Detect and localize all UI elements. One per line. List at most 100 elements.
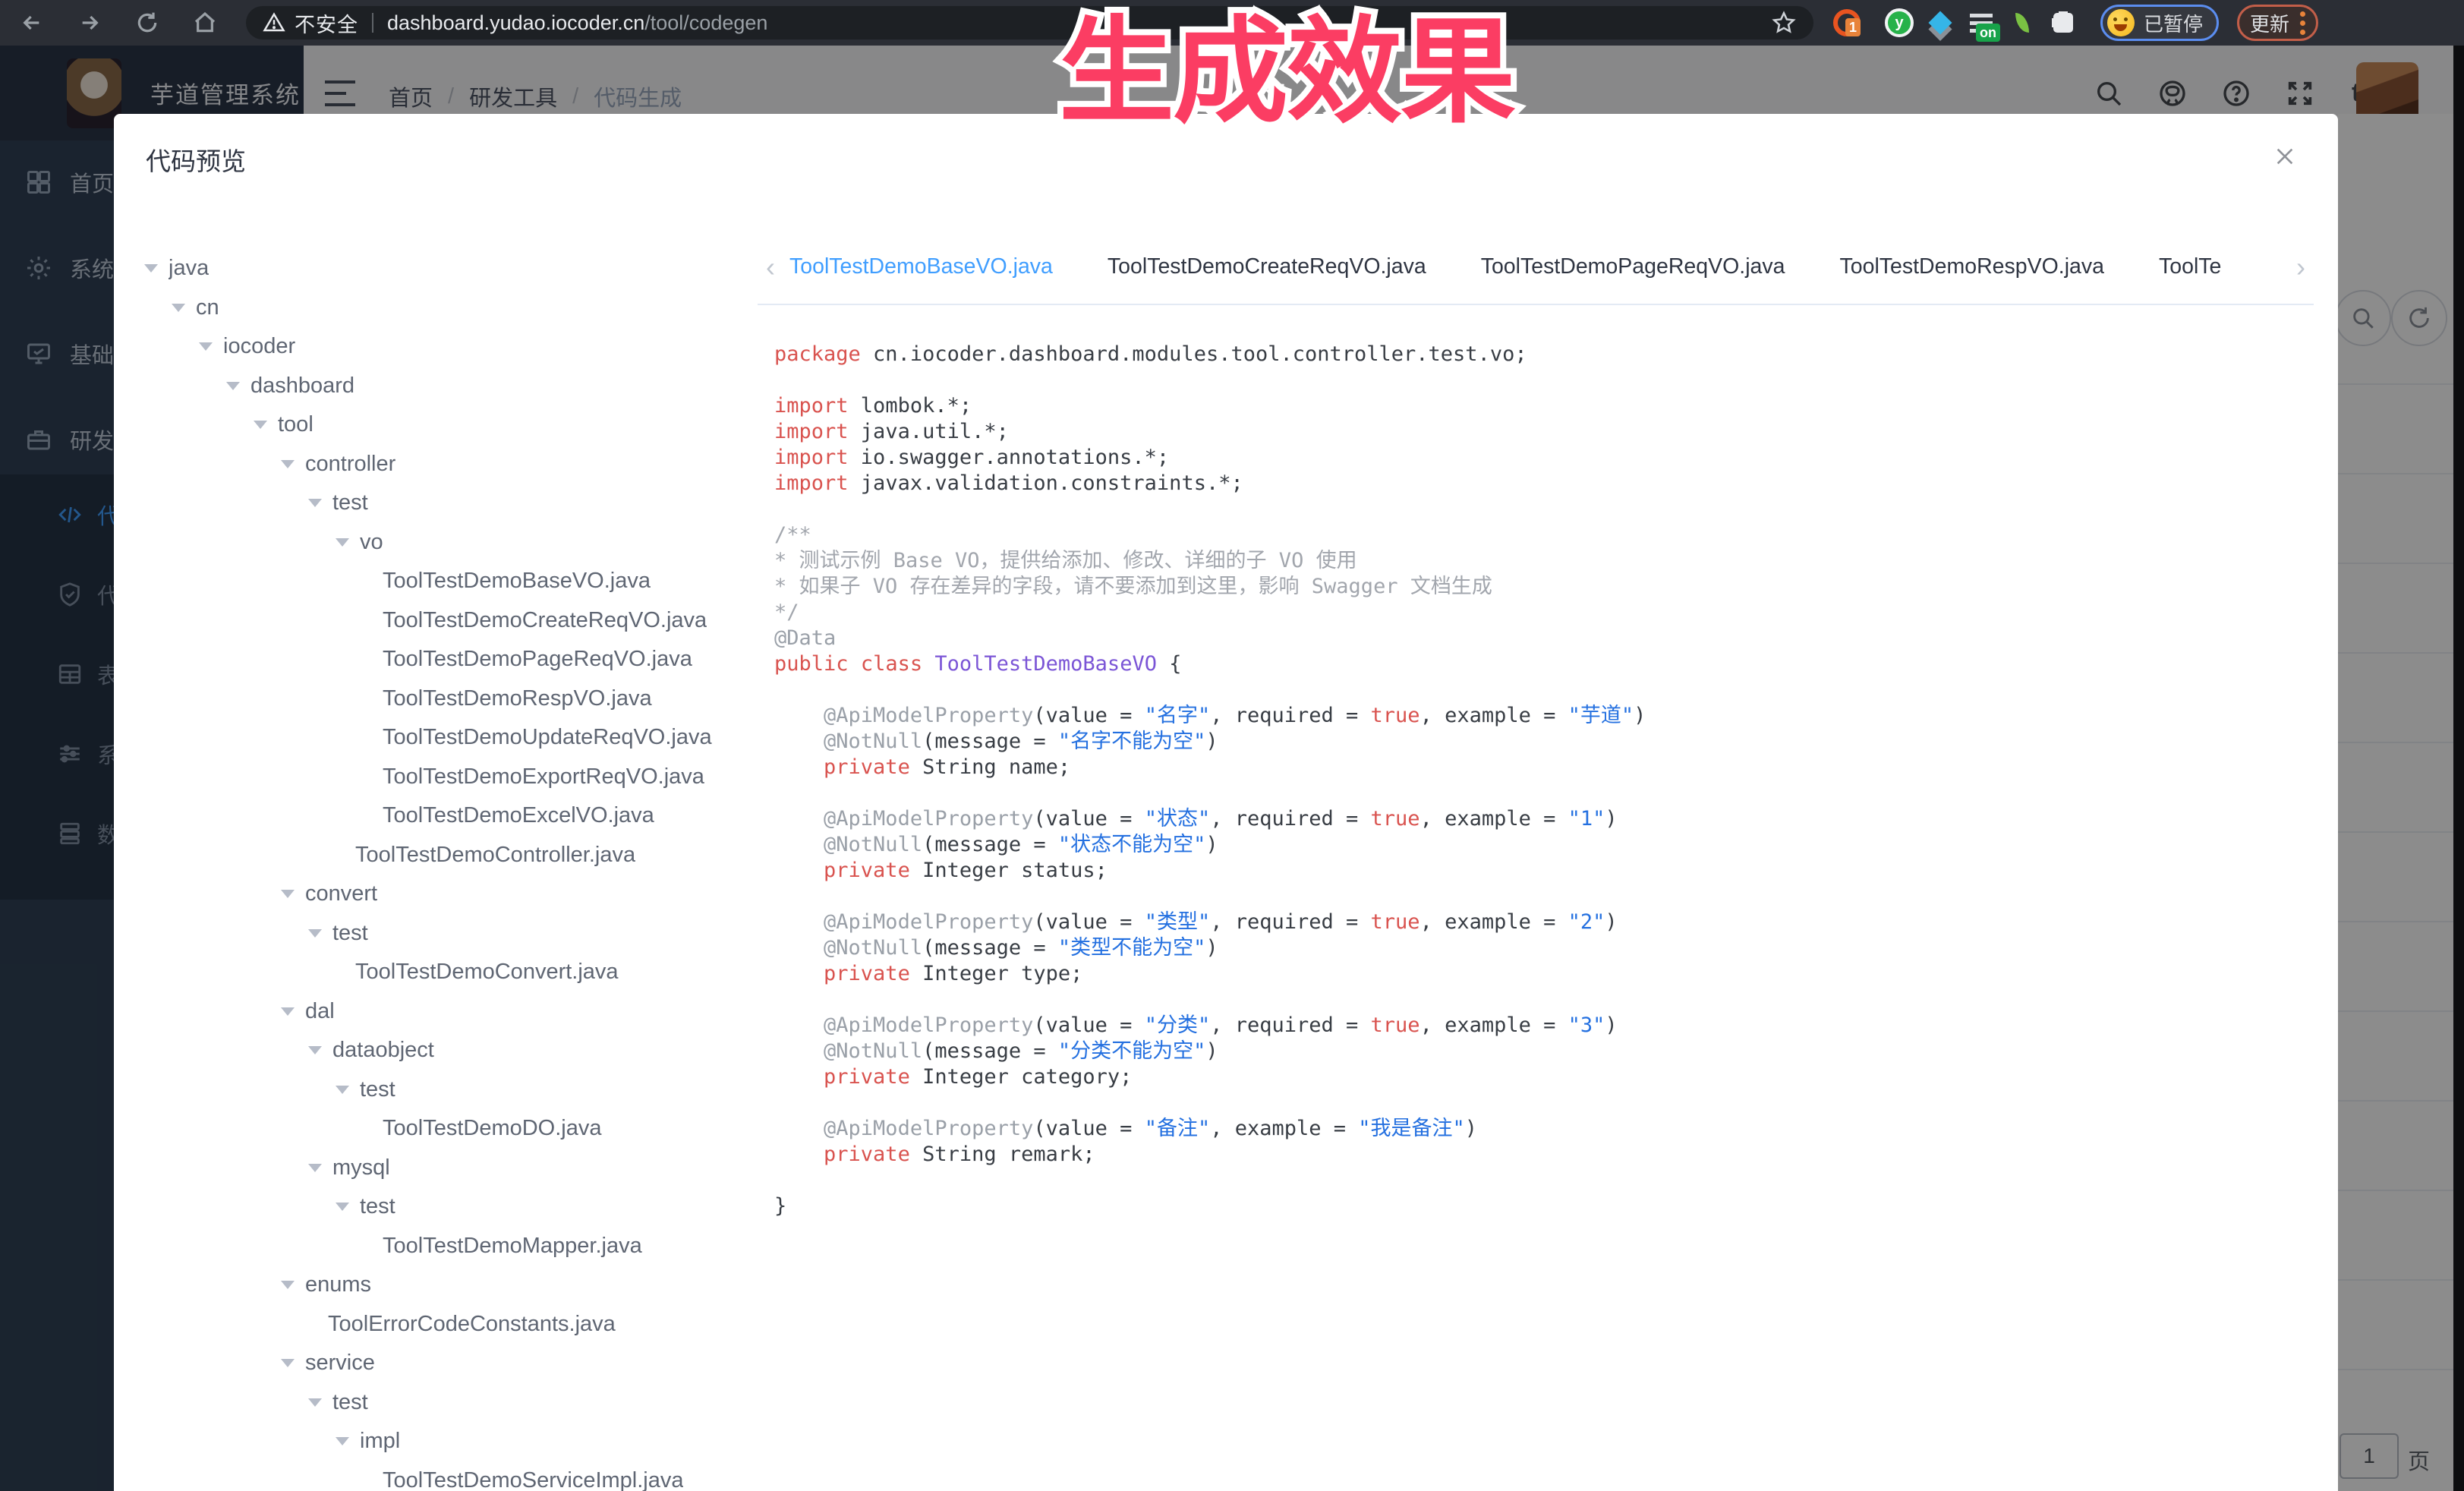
tree-folder[interactable]: enums: [135, 1266, 765, 1305]
tree-file[interactable]: ToolTestDemoDO.java: [135, 1109, 765, 1149]
caret-down-icon[interactable]: [226, 382, 240, 390]
code-viewer: package cn.iocoder.dashboard.modules.too…: [774, 342, 2292, 1491]
tree-folder[interactable]: dataobject: [135, 1031, 765, 1070]
tree-node-label: dal: [305, 999, 335, 1024]
tab-4[interactable]: ToolTe: [2159, 244, 2221, 305]
extension-orange-icon[interactable]: 1: [1833, 9, 1861, 36]
caret-down-icon[interactable]: [281, 1281, 295, 1289]
caret-down-icon[interactable]: [336, 1437, 349, 1445]
browser-back-button[interactable]: [18, 9, 46, 36]
code-line: [774, 884, 2292, 909]
tree-file[interactable]: ToolErrorCodeConstants.java: [135, 1305, 765, 1344]
tree-file[interactable]: ToolTestDemoMapper.java: [135, 1227, 765, 1266]
code-line: @NotNull(message = "名字不能为空"): [774, 729, 2292, 755]
caret-down-icon[interactable]: [281, 1359, 295, 1367]
browser-profile-button[interactable]: 已暂停: [2100, 5, 2219, 41]
tree-node-label: test: [332, 1390, 368, 1415]
tree-folder[interactable]: java: [135, 249, 765, 288]
caret-down-icon[interactable]: [308, 1164, 322, 1172]
tree-folder[interactable]: controller: [135, 445, 765, 484]
tabs-next-icon[interactable]: ›: [2288, 244, 2314, 290]
caret-down-icon[interactable]: [308, 1398, 322, 1407]
tree-file[interactable]: ToolTestDemoBaseVO.java: [135, 562, 765, 601]
tree-folder[interactable]: cn: [135, 288, 765, 328]
tree-folder[interactable]: test: [135, 1187, 765, 1227]
tree-folder[interactable]: iocoder: [135, 327, 765, 367]
code-line: private String name;: [774, 755, 2292, 780]
caret-down-icon[interactable]: [308, 499, 322, 507]
tree-node-label: controller: [305, 452, 395, 477]
tree-folder[interactable]: convert: [135, 875, 765, 914]
caret-down-icon[interactable]: [281, 890, 295, 898]
tree-node-label: test: [332, 921, 368, 946]
extension-on-badge: on: [1976, 24, 2000, 42]
code-line: /**: [774, 522, 2292, 548]
extension-row: 1 y on: [1833, 8, 2078, 37]
caret-down-icon[interactable]: [336, 1203, 349, 1211]
tabs-prev-icon[interactable]: ‹: [758, 244, 783, 290]
tree-folder[interactable]: test: [135, 484, 765, 523]
tree-node-label: test: [360, 1077, 395, 1102]
caret-down-icon[interactable]: [254, 421, 267, 429]
tree-folder[interactable]: tool: [135, 405, 765, 445]
address-bar[interactable]: 不安全 dashboard.yudao.iocoder.cn /tool/cod…: [246, 6, 1813, 39]
tree-file[interactable]: ToolTestDemoExportReqVO.java: [135, 758, 765, 797]
code-line: [774, 677, 2292, 703]
tab-2[interactable]: ToolTestDemoPageReqVO.java: [1481, 244, 1785, 305]
caret-down-icon[interactable]: [308, 1046, 322, 1054]
tree-node-label: dataobject: [332, 1038, 434, 1063]
tree-node-label: iocoder: [223, 334, 295, 359]
caret-down-icon[interactable]: [199, 342, 213, 351]
caret-down-icon[interactable]: [144, 264, 158, 273]
tree-node-label: mysql: [332, 1155, 390, 1181]
code-line: @ApiModelProperty(value = "分类", required…: [774, 1013, 2292, 1039]
tree-file[interactable]: ToolTestDemoCreateReqVO.java: [135, 601, 765, 641]
tab-3[interactable]: ToolTestDemoRespVO.java: [1840, 244, 2105, 305]
caret-down-icon[interactable]: [336, 538, 349, 547]
tree-file[interactable]: ToolTestDemoServiceImpl.java: [135, 1461, 765, 1491]
tree-node-label: ToolTestDemoCreateReqVO.java: [383, 608, 707, 633]
caret-down-icon[interactable]: [281, 460, 295, 468]
tree-folder[interactable]: dashboard: [135, 367, 765, 406]
url-host[interactable]: dashboard.yudao.iocoder.cn: [387, 11, 644, 35]
close-icon[interactable]: [2271, 143, 2299, 170]
tree-folder[interactable]: vo: [135, 523, 765, 563]
tree-file[interactable]: ToolTestDemoController.java: [135, 836, 765, 875]
code-line: @NotNull(message = "分类不能为空"): [774, 1039, 2292, 1064]
extension-green-icon[interactable]: y: [1885, 8, 1914, 37]
tree-file[interactable]: ToolTestDemoPageReqVO.java: [135, 640, 765, 679]
tree-folder[interactable]: dal: [135, 992, 765, 1032]
file-tree: javacn iocoder dashboard tool controller test…: [135, 249, 765, 1491]
extension-list-icon[interactable]: on: [1967, 8, 1996, 37]
caret-down-icon[interactable]: [336, 1086, 349, 1094]
url-path: /tool/codegen: [644, 11, 767, 35]
tab-1[interactable]: ToolTestDemoCreateReqVO.java: [1108, 244, 1426, 305]
profile-paused-label: 已暂停: [2144, 9, 2203, 37]
browser-reload-button[interactable]: [134, 9, 161, 36]
caret-down-icon[interactable]: [308, 929, 322, 938]
extensions-puzzle-icon[interactable]: [2049, 8, 2078, 37]
tree-file[interactable]: ToolTestDemoConvert.java: [135, 953, 765, 992]
tree-folder[interactable]: test: [135, 1070, 765, 1110]
code-line: package cn.iocoder.dashboard.modules.too…: [774, 342, 2292, 367]
tree-folder[interactable]: service: [135, 1344, 765, 1383]
bookmark-star-icon[interactable]: [1771, 10, 1797, 36]
extension-sprout-icon[interactable]: [2008, 8, 2037, 37]
tab-0[interactable]: ToolTestDemoBaseVO.java: [789, 244, 1053, 305]
browser-home-button[interactable]: [191, 9, 219, 36]
tree-file[interactable]: ToolTestDemoRespVO.java: [135, 679, 765, 719]
extension-diamond-icon[interactable]: [1926, 8, 1955, 37]
tree-folder[interactable]: test: [135, 1383, 765, 1423]
browser-forward-button[interactable]: [76, 9, 103, 36]
tree-folder[interactable]: mysql: [135, 1149, 765, 1188]
not-secure-label[interactable]: 不安全: [295, 8, 358, 38]
caret-down-icon[interactable]: [281, 1007, 295, 1016]
tree-file[interactable]: ToolTestDemoExcelVO.java: [135, 796, 765, 836]
tree-file[interactable]: ToolTestDemoUpdateReqVO.java: [135, 718, 765, 758]
tree-folder[interactable]: test: [135, 914, 765, 954]
extension-badge: 1: [1845, 18, 1861, 36]
caret-down-icon[interactable]: [172, 304, 185, 312]
tree-node-label: tool: [278, 412, 314, 437]
browser-update-menu-button[interactable]: 更新: [2237, 5, 2318, 41]
tree-folder[interactable]: impl: [135, 1422, 765, 1461]
